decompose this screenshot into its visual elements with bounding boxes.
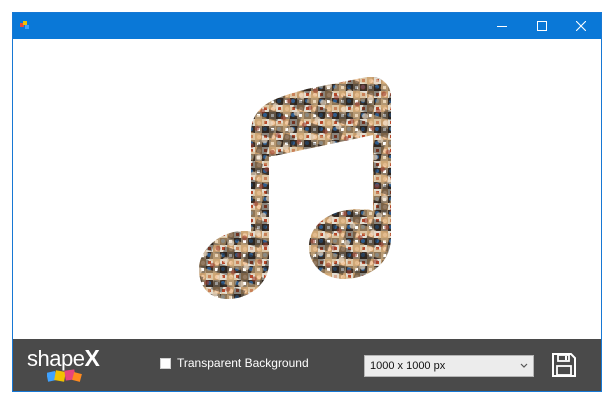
maximize-button[interactable] [520, 13, 564, 39]
shapex-logo: shapeX [27, 345, 107, 385]
transparent-background-checkbox[interactable] [160, 357, 171, 369]
minimize-icon [497, 26, 507, 27]
close-icon [576, 21, 586, 31]
minimize-button[interactable] [480, 13, 524, 39]
close-button[interactable] [559, 13, 601, 39]
save-button[interactable] [551, 352, 577, 378]
app-window: shapeX Transparent Background 1000 x 100… [12, 12, 602, 392]
app-icon [20, 21, 29, 29]
music-note-collage [199, 77, 391, 299]
chevron-down-icon [520, 363, 528, 368]
logo-color-squares [47, 369, 82, 382]
output-size-select[interactable]: 1000 x 1000 px [364, 355, 534, 377]
title-bar [13, 13, 601, 39]
transparent-background-label: Transparent Background [177, 356, 309, 370]
output-size-value: 1000 x 1000 px [370, 360, 446, 372]
floppy-disk-icon [552, 353, 576, 377]
logo-text: shapeX [27, 345, 100, 371]
bottom-toolbar: shapeX Transparent Background 1000 x 100… [13, 339, 601, 391]
transparent-background-toggle[interactable]: Transparent Background [160, 356, 309, 370]
canvas-area [13, 39, 601, 339]
maximize-icon [537, 21, 547, 31]
